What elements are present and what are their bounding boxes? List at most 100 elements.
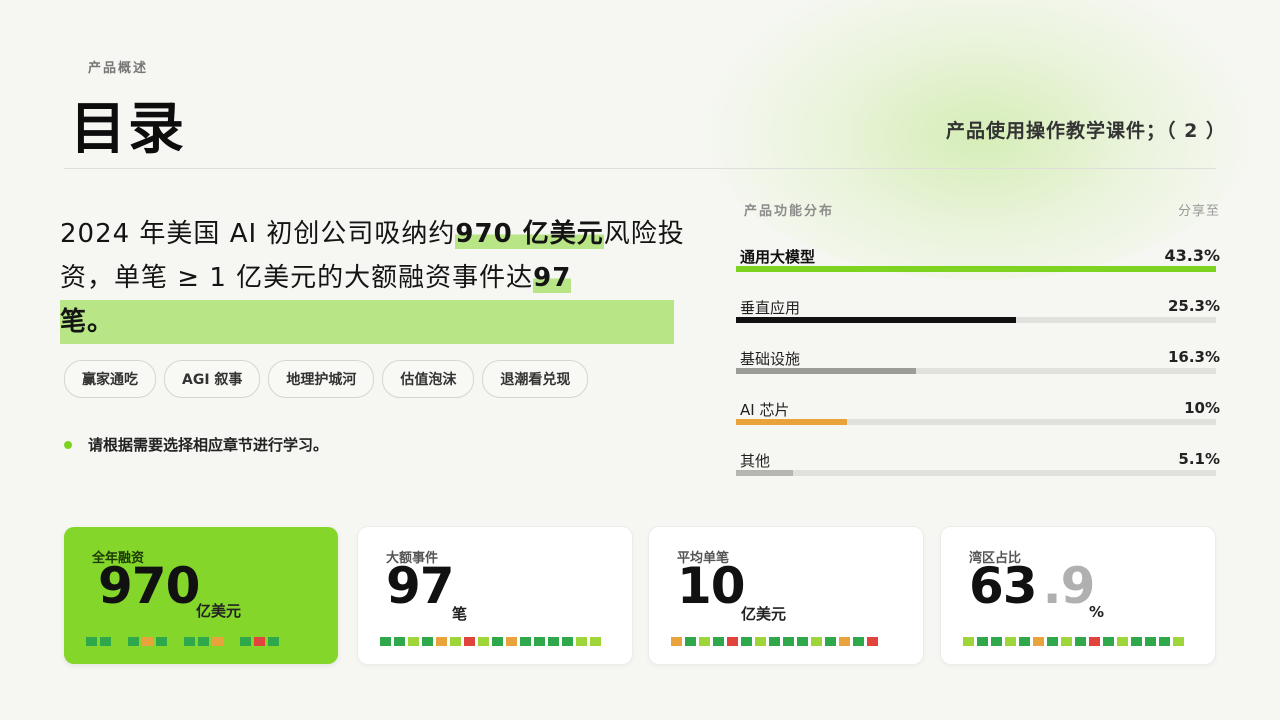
status-square	[212, 637, 223, 646]
status-square	[727, 637, 738, 646]
stat-value: 97	[386, 557, 455, 615]
distribution-bar-track	[736, 368, 1216, 374]
status-square	[1089, 637, 1100, 646]
status-square	[268, 637, 279, 646]
status-square	[534, 637, 545, 646]
status-square	[1019, 637, 1030, 646]
tag-chip[interactable]: AGI 叙事	[164, 360, 261, 398]
status-square	[422, 637, 433, 646]
distribution-bar-track	[736, 419, 1216, 425]
status-square	[963, 637, 974, 646]
distribution-bar-fill	[736, 470, 793, 476]
status-square	[436, 637, 447, 646]
distribution-row: AI 芯片 10%	[736, 393, 1220, 444]
lead-paragraph: 2024 年美国 AI 初创公司吸纳约970 亿美元风险投资，单笔 ≥ 1 亿美…	[60, 212, 690, 344]
share-link[interactable]: 分享至	[1178, 200, 1220, 240]
lead-text-1: 2024 年美国 AI 初创公司吸纳约	[60, 219, 456, 249]
status-square	[1075, 637, 1086, 646]
stat-card-large-deals: 大额事件 97 笔	[358, 527, 632, 664]
distribution-bar-fill	[736, 419, 847, 425]
page-subtitle: 产品使用操作教学课件；（ 2 ）	[946, 120, 1226, 142]
status-square	[576, 637, 587, 646]
status-square	[1117, 637, 1128, 646]
status-square	[450, 637, 461, 646]
status-square	[769, 637, 780, 646]
status-square	[1061, 637, 1072, 646]
status-square	[867, 637, 878, 646]
stat-unit: 亿美元	[196, 602, 242, 620]
status-square	[520, 637, 531, 646]
status-square	[380, 637, 391, 646]
lead-text-3: 笔。	[60, 300, 675, 344]
distribution-value: 25.3%	[1167, 297, 1220, 315]
stat-unit: %	[1089, 603, 1105, 621]
tag-chip[interactable]: 赢家通吃	[64, 360, 156, 398]
status-square	[142, 637, 153, 646]
status-square	[1159, 637, 1170, 646]
study-note-text: 请根据需要选择相应章节进行学习。	[88, 436, 329, 454]
stat-value: 63.9	[969, 557, 1095, 615]
status-square	[977, 637, 988, 646]
distribution-label: 基础设施	[740, 350, 801, 368]
header-divider	[64, 168, 1216, 169]
lead-highlight-amount: 970 亿美元	[455, 219, 604, 249]
distribution-header: 产品功能分布 分享至	[736, 200, 1220, 240]
status-square	[853, 637, 864, 646]
status-square	[590, 637, 601, 646]
tag-chip[interactable]: 地理护城河	[268, 360, 375, 398]
status-square	[240, 637, 251, 646]
status-spacer	[114, 637, 125, 646]
status-square	[156, 637, 167, 646]
stat-unit: 亿美元	[741, 605, 787, 623]
status-square	[100, 637, 111, 646]
lead-highlight-count: 97	[533, 263, 572, 293]
distribution-value: 43.3%	[1164, 246, 1220, 265]
status-square	[1103, 637, 1114, 646]
status-strip	[86, 637, 279, 646]
stat-card-average-deal: 平均单笔 10 亿美元	[649, 527, 923, 664]
stat-card-bay-area-share: 湾区占比 63.9 %	[941, 527, 1215, 664]
status-square	[506, 637, 517, 646]
distribution-bar-track	[736, 317, 1216, 323]
status-strip	[671, 637, 878, 646]
distribution-bar-fill	[736, 368, 917, 374]
stat-value: 970	[98, 557, 200, 615]
status-square	[741, 637, 752, 646]
status-square	[1047, 637, 1058, 646]
tag-list: 赢家通吃 AGI 叙事 地理护城河 估值泡沫 退潮看兑现	[64, 360, 589, 398]
status-square	[478, 637, 489, 646]
status-square	[671, 637, 682, 646]
status-square	[825, 637, 836, 646]
status-square	[1131, 637, 1142, 646]
distribution-label: AI 芯片	[740, 401, 790, 419]
distribution-label: 其他	[740, 452, 771, 470]
distribution-row: 其他 5.1%	[736, 444, 1220, 495]
status-spacer	[170, 637, 181, 646]
status-square	[562, 637, 573, 646]
tag-chip[interactable]: 退潮看兑现	[482, 360, 589, 398]
bullet-dot-icon	[64, 440, 72, 449]
distribution-bar-track	[736, 470, 1216, 476]
status-spacer	[226, 637, 237, 646]
status-square	[991, 637, 1002, 646]
distribution-row: 通用大模型 43.3%	[736, 240, 1220, 291]
stat-unit: 笔	[452, 605, 468, 623]
status-square	[713, 637, 724, 646]
distribution-bar-fill	[736, 317, 1017, 323]
status-square	[1145, 637, 1156, 646]
status-square	[1033, 637, 1044, 646]
tag-chip[interactable]: 估值泡沫	[382, 360, 475, 398]
distribution-panel: 产品功能分布 分享至 通用大模型 43.3% 垂直应用 25.3% 基础设施 16.3% A…	[736, 200, 1220, 495]
status-square	[548, 637, 559, 646]
status-square	[394, 637, 405, 646]
distribution-row: 基础设施 16.3%	[736, 342, 1220, 393]
status-square	[198, 637, 209, 646]
distribution-bar-fill	[736, 266, 1216, 272]
status-square	[783, 637, 794, 646]
status-square	[464, 637, 475, 646]
status-square	[699, 637, 710, 646]
status-strip	[380, 637, 601, 646]
distribution-title: 产品功能分布	[744, 204, 835, 219]
section-eyebrow: 产品概述	[88, 61, 149, 76]
study-note: 请根据需要选择相应章节进行学习。	[64, 434, 328, 455]
